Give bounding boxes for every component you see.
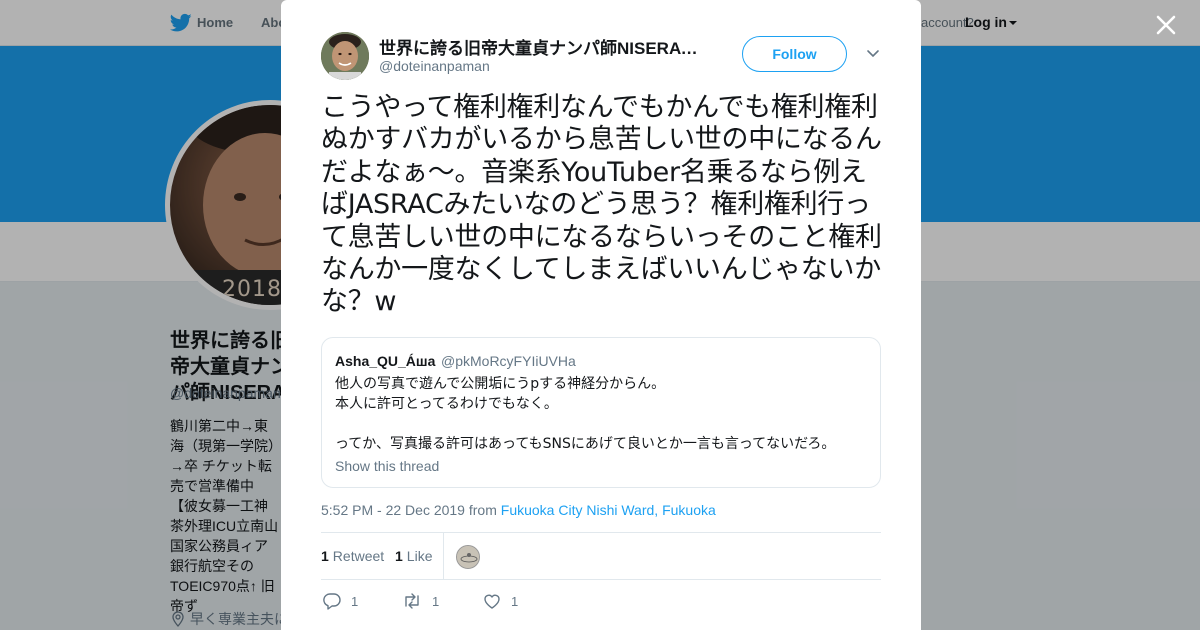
author-handle[interactable]: @doteinanpaman	[379, 58, 490, 74]
retweet-action[interactable]: 1	[402, 592, 439, 610]
like-stat-label: Like	[406, 548, 433, 564]
tweet-actions: 1 1 1	[321, 590, 881, 612]
like-action-count: 1	[511, 593, 519, 609]
retweet-stat[interactable]: 1 Retweet	[321, 548, 384, 564]
author-avatar-photo	[321, 32, 369, 80]
like-action[interactable]: 1	[483, 592, 518, 610]
tweet-modal: 世界に誇る旧帝大童貞ナンパ師NISERA 🚩 @doteinanpaman Fo…	[281, 0, 921, 630]
liker-avatar[interactable]	[456, 545, 480, 569]
quoted-author-handle: @pkMoRcyFYIiUVHa	[441, 353, 576, 369]
quoted-author-name: Asha_QU_Áша	[335, 353, 436, 369]
tweet-timestamp[interactable]: 5:52 PM - 22 Dec 2019 from	[321, 502, 501, 518]
liker-avatar-image	[457, 546, 479, 568]
show-thread-link[interactable]: Show this thread	[335, 458, 439, 474]
reply-icon	[323, 593, 341, 610]
close-icon[interactable]	[1153, 12, 1179, 38]
tweet-location-link[interactable]: Fukuoka City Nishi Ward, Fukuoka	[501, 502, 716, 518]
tweet-stats: 1 Retweet 1 Like	[321, 532, 881, 580]
like-stat-count: 1	[395, 548, 403, 564]
stats-divider	[443, 533, 444, 579]
author-name[interactable]: 世界に誇る旧帝大童貞ナンパ師NISERA 🚩	[379, 34, 699, 59]
retweet-stat-label: Retweet	[332, 548, 385, 564]
heart-icon	[484, 594, 500, 609]
retweet-icon	[405, 593, 419, 609]
tweet-text: こうやって権利権利なんでもかんでも権利権利ぬかすバカがいるから息苦しい世の中にな…	[321, 92, 882, 318]
quoted-tweet[interactable]: Asha_QU_Áша @pkMoRcyFYIiUVHa 他人の写真で遊んで公開…	[321, 337, 881, 488]
author-avatar[interactable]	[321, 32, 369, 80]
retweet-action-count: 1	[432, 593, 440, 609]
follow-button[interactable]: Follow	[742, 36, 847, 72]
chevron-down-icon[interactable]	[866, 49, 880, 59]
reply-action[interactable]: 1	[323, 592, 358, 610]
retweet-stat-count: 1	[321, 548, 329, 564]
tweet-metadata: 5:52 PM - 22 Dec 2019 from Fukuoka City …	[321, 502, 716, 518]
quoted-tweet-text: 他人の写真で遊んで公開垢にうpする神経分からん。 本人に許可とってるわけでもなく…	[335, 376, 836, 452]
reply-count: 1	[351, 593, 359, 609]
like-stat[interactable]: 1 Like	[395, 548, 432, 564]
